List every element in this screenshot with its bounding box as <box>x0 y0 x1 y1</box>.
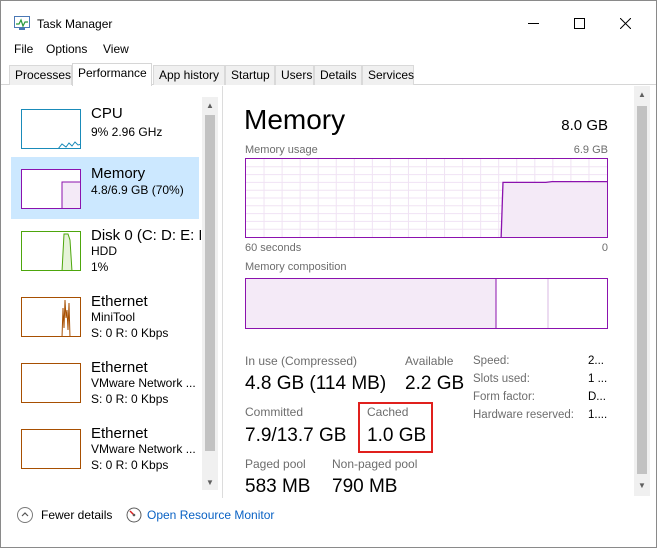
scroll-down-icon[interactable]: ▼ <box>206 478 214 487</box>
resource-detail: 4.8/6.9 GB (70%) <box>91 183 184 197</box>
chevron-up-icon[interactable] <box>17 507 33 523</box>
memory-usage-label: Memory usage <box>245 144 318 156</box>
memory-usage-chart <box>246 159 607 238</box>
cached-highlight-box <box>358 402 433 453</box>
spec-slots-label: Slots used: <box>473 373 530 385</box>
paged-pool-value: 583 MB <box>245 476 311 496</box>
scroll-up-icon[interactable]: ▲ <box>206 101 214 110</box>
resource-name: CPU <box>91 105 123 122</box>
committed-label: Committed <box>245 405 304 419</box>
resource-detail: S: 0 R: 0 Kbps <box>91 392 169 406</box>
paged-pool-label: Paged pool <box>245 457 306 471</box>
scrollbar-thumb[interactable] <box>637 106 647 474</box>
committed-value: 7.9/13.7 GB <box>245 425 347 446</box>
memory-composition-bar <box>245 278 608 329</box>
disk-mini-graph <box>21 231 81 271</box>
resource-list-scrollbar[interactable]: ▲ ▼ <box>202 97 218 490</box>
scrollbar-thumb[interactable] <box>205 115 215 451</box>
resource-item-ethernet-2[interactable]: Ethernet VMware Network ... S: 0 R: 0 Kb… <box>11 351 199 413</box>
nonpaged-pool-label: Non-paged pool <box>332 457 418 471</box>
tab-users[interactable]: Users <box>275 65 314 85</box>
resource-detail: VMware Network ... <box>91 442 196 456</box>
resource-item-disk[interactable]: Disk 0 (C: D: E: F HDD 1% <box>11 219 201 281</box>
spec-speed-value: 2... <box>588 355 604 367</box>
footer-bar: Fewer details Open Resource Monitor <box>1 499 656 547</box>
resource-item-cpu[interactable]: CPU 9% 2.96 GHz <box>11 97 199 159</box>
resource-name: Disk 0 (C: D: E: F <box>91 227 201 244</box>
minimize-button[interactable] <box>510 7 556 39</box>
detail-pane-scrollbar[interactable]: ▲ ▼ <box>634 86 650 496</box>
memory-detail-pane: Memory 8.0 GB Memory usage 6.9 GB 60 sec… <box>224 86 634 496</box>
tab-details[interactable]: Details <box>314 65 362 85</box>
spec-form-factor-value: D... <box>588 391 606 403</box>
tab-app-history[interactable]: App history <box>153 65 225 85</box>
fewer-details-button[interactable]: Fewer details <box>41 508 112 522</box>
ethernet-mini-graph <box>21 429 81 469</box>
spec-slots-value: 1 ... <box>588 373 608 385</box>
close-icon <box>619 17 631 29</box>
memory-composition-label: Memory composition <box>245 261 347 273</box>
minimize-icon <box>527 22 539 24</box>
scroll-down-icon[interactable]: ▼ <box>638 481 646 490</box>
menu-options[interactable]: Options <box>46 42 87 56</box>
tab-services[interactable]: Services <box>362 65 414 85</box>
resource-name: Ethernet <box>91 293 148 310</box>
page-title: Memory <box>244 104 346 135</box>
window-title: Task Manager <box>37 17 113 31</box>
menu-file[interactable]: File <box>14 42 33 56</box>
resource-item-ethernet-1[interactable]: Ethernet MiniTool S: 0 R: 0 Kbps <box>11 285 199 347</box>
resource-monitor-icon <box>126 507 142 523</box>
time-axis-label: 60 seconds <box>245 242 302 254</box>
tab-strip: Processes Performance App history Startu… <box>1 63 656 86</box>
usage-area <box>501 181 607 237</box>
resource-detail: S: 0 R: 0 Kbps <box>91 326 169 340</box>
close-button[interactable] <box>602 7 648 39</box>
open-resource-monitor-link[interactable]: Open Resource Monitor <box>147 508 274 522</box>
memory-usage-max: 6.9 GB <box>573 144 608 156</box>
resource-name: Memory <box>91 165 146 182</box>
spec-form-factor-label: Form factor: <box>473 391 535 403</box>
maximize-button[interactable] <box>556 7 602 39</box>
menu-view[interactable]: View <box>103 42 129 56</box>
cpu-mini-graph <box>21 109 81 149</box>
in-use-label: In use (Compressed) <box>245 354 358 368</box>
time-axis-end: 0 <box>601 242 608 254</box>
title-bar: Task Manager <box>1 1 656 41</box>
spec-hardware-reserved-value: 1.... <box>588 409 608 421</box>
resource-name: Ethernet <box>91 359 148 376</box>
memory-mini-graph <box>21 169 81 209</box>
maximize-icon <box>573 17 585 29</box>
task-manager-icon <box>14 16 30 30</box>
tab-startup[interactable]: Startup <box>225 65 275 85</box>
menu-bar: File Options View <box>1 41 656 59</box>
resource-list: CPU 9% 2.96 GHz Memory 4.8/6.9 GB (70%) … <box>11 97 201 490</box>
resource-detail: VMware Network ... <box>91 376 196 390</box>
resource-detail: MiniTool <box>91 310 136 324</box>
available-value: 2.2 GB <box>405 373 465 394</box>
ethernet-mini-graph <box>21 363 81 403</box>
resource-name: Ethernet <box>91 425 148 442</box>
composition-in-use <box>246 279 496 328</box>
available-label: Available <box>405 354 454 368</box>
spec-speed-label: Speed: <box>473 355 510 367</box>
resource-detail: 9% 2.96 GHz <box>91 125 163 139</box>
tab-processes[interactable]: Processes <box>9 65 72 85</box>
ethernet-mini-graph <box>21 297 81 337</box>
pane-divider[interactable] <box>222 86 223 498</box>
in-use-value: 4.8 GB (114 MB) <box>245 373 387 394</box>
spec-hardware-reserved-label: Hardware reserved: <box>473 409 574 421</box>
task-manager-window: Task Manager File Options View Processes… <box>0 0 657 548</box>
scroll-up-icon[interactable]: ▲ <box>638 90 646 99</box>
resource-detail: 1% <box>91 260 109 274</box>
memory-total: 8.0 GB <box>561 117 608 134</box>
resource-detail: S: 0 R: 0 Kbps <box>91 458 169 472</box>
resource-detail: HDD <box>91 244 117 258</box>
tab-performance[interactable]: Performance <box>72 63 152 86</box>
memory-usage-graph <box>245 158 608 238</box>
resource-item-memory[interactable]: Memory 4.8/6.9 GB (70%) <box>11 157 199 219</box>
resource-item-ethernet-3[interactable]: Ethernet VMware Network ... S: 0 R: 0 Kb… <box>11 417 199 479</box>
nonpaged-pool-value: 790 MB <box>332 476 398 496</box>
